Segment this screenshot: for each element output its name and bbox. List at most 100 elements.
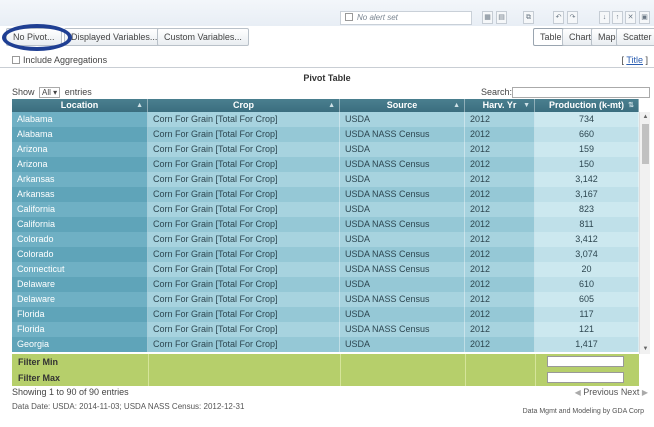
search-input[interactable] — [512, 87, 650, 99]
include-aggregations-checkbox[interactable] — [12, 56, 20, 64]
cell-location: California — [12, 202, 148, 217]
cell-production: 20 — [535, 262, 639, 277]
copy-icon[interactable]: ⧉ — [523, 11, 534, 24]
column-header-location[interactable]: Location ▲ — [12, 99, 148, 112]
column-header-production[interactable]: Production (k-mt) ⇅ — [535, 99, 639, 112]
table-row[interactable]: Arizona Corn For Grain [Total For Crop] US… — [12, 157, 639, 172]
cell-source: USDA NASS Census — [340, 217, 465, 232]
cell-location: Arizona — [12, 142, 148, 157]
chart-small-icon[interactable]: ▤ — [496, 11, 507, 24]
download-icon[interactable]: ↓ — [599, 11, 610, 24]
table-scrollbar[interactable]: ▲ ▼ — [639, 112, 650, 354]
table-row[interactable]: California Corn For Grain [Total For Crop… — [12, 202, 639, 217]
cell-harv-yr: 2012 — [465, 172, 535, 187]
column-header-crop[interactable]: Crop ▲ — [148, 99, 340, 112]
pivot-table: Location ▲ Crop ▲ Source ▲ Harv. Yr ▼ Produc… — [12, 99, 639, 354]
table-row[interactable]: Georgia Corn For Grain [Total For Crop] US… — [12, 337, 639, 352]
cell-location: Florida — [12, 322, 148, 337]
table-row[interactable]: Colorado Corn For Grain [Total For Crop] U… — [12, 247, 639, 262]
cell-source: USDA — [340, 307, 465, 322]
pagination: ◀ Previous Next ▶ — [575, 387, 648, 397]
cell-location: Arkansas — [12, 172, 148, 187]
divider — [0, 67, 654, 68]
custom-variables-button[interactable]: Custom Variables... — [157, 28, 249, 46]
entries-select-value: All — [42, 88, 51, 97]
cell-source: USDA — [340, 202, 465, 217]
entries-label: entries — [64, 87, 92, 97]
cell-location: Alabama — [12, 127, 148, 142]
close-icon[interactable]: ✕ — [625, 11, 636, 24]
credit: Data Mgmt and Modeling by GDA Corp — [522, 408, 644, 415]
previous-button[interactable]: Previous — [583, 387, 618, 397]
cell-location: Arizona — [12, 157, 148, 172]
table-row[interactable]: Alabama Corn For Grain [Total For Crop] US… — [12, 127, 639, 142]
cell-harv-yr: 2012 — [465, 232, 535, 247]
sort-icon: ▲ — [328, 102, 335, 109]
print-icon[interactable]: ▣ — [639, 11, 650, 24]
cell-source: USDA — [340, 277, 465, 292]
table-row[interactable]: Arkansas Corn For Grain [Total For Crop] U… — [12, 187, 639, 202]
cell-harv-yr: 2012 — [465, 322, 535, 337]
cell-production: 811 — [535, 217, 639, 232]
no-pivot-button[interactable]: No Pivot... — [6, 28, 62, 46]
upload-icon[interactable]: ↑ — [612, 11, 623, 24]
alert-label: No alert set — [357, 13, 398, 22]
grid-icon[interactable]: ▦ — [482, 11, 493, 24]
table-row[interactable]: California Corn For Grain [Total For Crop… — [12, 217, 639, 232]
data-date: Data Date: USDA: 2014-11-03; USDA NASS C… — [12, 402, 245, 411]
column-header-production-label: Production (k-mt) — [549, 100, 624, 110]
scrollbar-thumb[interactable] — [642, 124, 649, 164]
scatter-view-button[interactable]: Scatter — [616, 28, 654, 46]
undo-icon[interactable]: ↶ — [553, 11, 564, 24]
cell-crop: Corn For Grain [Total For Crop] — [148, 337, 340, 352]
title-link[interactable]: [ Title ] — [621, 55, 648, 65]
cell-harv-yr: 2012 — [465, 112, 535, 127]
table-row[interactable]: Arizona Corn For Grain [Total For Crop] US… — [12, 142, 639, 157]
cell-source: USDA NASS Census — [340, 262, 465, 277]
cell-source: USDA NASS Census — [340, 292, 465, 307]
cell-crop: Corn For Grain [Total For Crop] — [148, 277, 340, 292]
filter-max-input[interactable] — [547, 372, 624, 383]
table-row[interactable]: Connecticut Corn For Grain [Total For Cro… — [12, 262, 639, 277]
alert-checkbox[interactable] — [345, 13, 353, 21]
cell-production: 150 — [535, 157, 639, 172]
filter-divider — [465, 370, 466, 386]
next-arrow-icon[interactable]: ▶ — [642, 388, 648, 397]
previous-arrow-icon[interactable]: ◀ — [575, 388, 581, 397]
filter-min-input[interactable] — [547, 356, 624, 367]
cell-harv-yr: 2012 — [465, 247, 535, 262]
cell-production: 610 — [535, 277, 639, 292]
cell-harv-yr: 2012 — [465, 142, 535, 157]
cell-production: 605 — [535, 292, 639, 307]
cell-harv-yr: 2012 — [465, 157, 535, 172]
cell-production: 121 — [535, 322, 639, 337]
filter-divider — [340, 354, 341, 370]
cell-location: Alabama — [12, 112, 148, 127]
redo-icon[interactable]: ↷ — [567, 11, 578, 24]
title-link-text[interactable]: Title — [626, 55, 643, 65]
table-row[interactable]: Arkansas Corn For Grain [Total For Crop] U… — [12, 172, 639, 187]
cell-harv-yr: 2012 — [465, 262, 535, 277]
scroll-down-icon[interactable]: ▼ — [640, 346, 651, 352]
cell-crop: Corn For Grain [Total For Crop] — [148, 187, 340, 202]
displayed-variables-button[interactable]: Displayed Variables... — [64, 28, 165, 46]
cell-harv-yr: 2012 — [465, 217, 535, 232]
next-button[interactable]: Next — [621, 387, 640, 397]
cell-production: 117 — [535, 307, 639, 322]
cell-production: 3,074 — [535, 247, 639, 262]
include-aggregations-label: Include Aggregations — [23, 55, 108, 65]
table-row[interactable]: Colorado Corn For Grain [Total For Crop] U… — [12, 232, 639, 247]
entries-select[interactable]: All ▾ — [39, 87, 61, 98]
table-row[interactable]: Florida Corn For Grain [Total For Crop] US… — [12, 307, 639, 322]
table-row[interactable]: Delaware Corn For Grain [Total For Crop] U… — [12, 292, 639, 307]
cell-location: California — [12, 217, 148, 232]
alert-selector[interactable]: No alert set — [340, 11, 472, 25]
table-row[interactable]: Delaware Corn For Grain [Total For Crop] U… — [12, 277, 639, 292]
table-row[interactable]: Alabama Corn For Grain [Total For Crop] US… — [12, 112, 639, 127]
cell-harv-yr: 2012 — [465, 202, 535, 217]
column-header-source[interactable]: Source ▲ — [340, 99, 465, 112]
scroll-up-icon[interactable]: ▲ — [640, 114, 651, 120]
column-header-harv-yr[interactable]: Harv. Yr ▼ — [465, 99, 535, 112]
table-row[interactable]: Florida Corn For Grain [Total For Crop] US… — [12, 322, 639, 337]
include-aggregations-toggle[interactable]: Include Aggregations — [12, 55, 107, 65]
